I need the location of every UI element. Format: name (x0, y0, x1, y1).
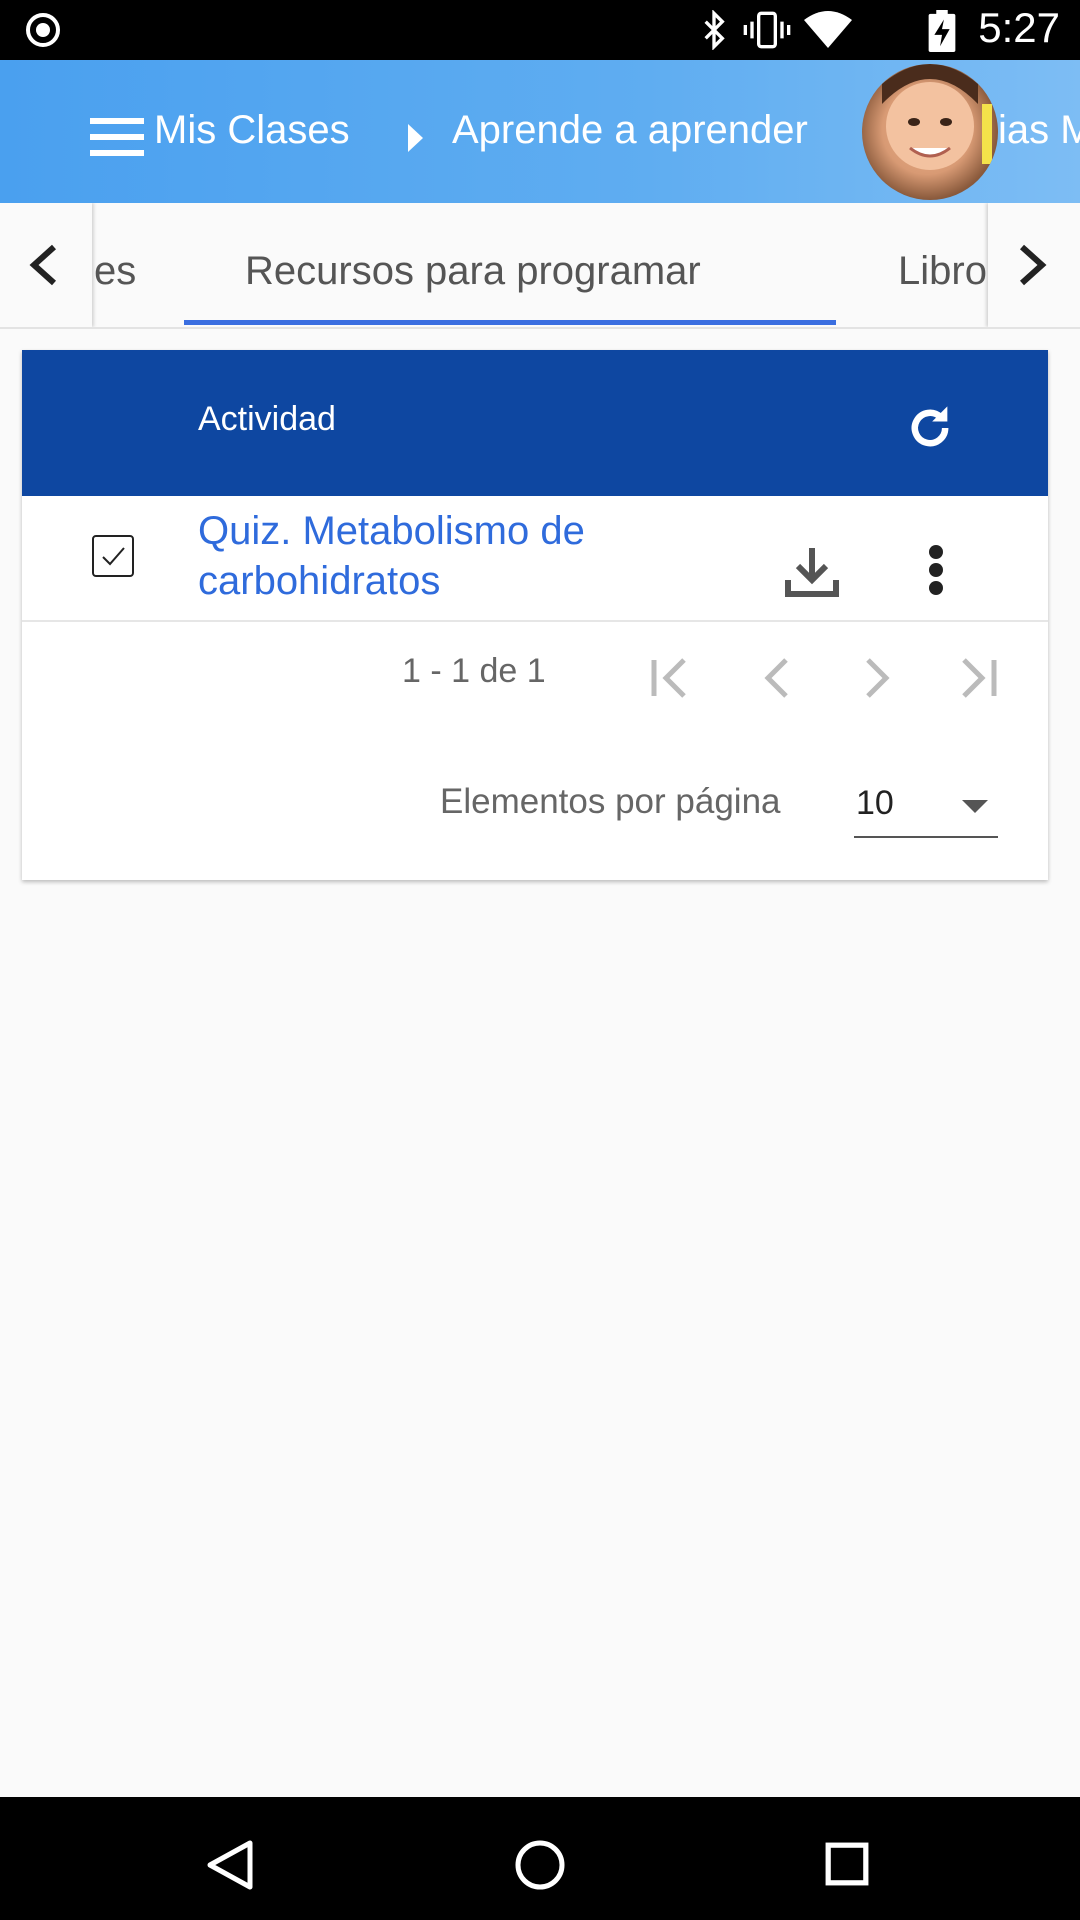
status-bar: 5:27 (0, 0, 1080, 60)
user-avatar[interactable] (862, 64, 998, 200)
next-page-icon[interactable] (858, 656, 898, 700)
breadcrumb-separator-icon (408, 124, 423, 152)
home-icon[interactable] (514, 1839, 566, 1891)
items-per-page-value: 10 (856, 784, 894, 822)
wifi-icon (804, 11, 852, 48)
tab-libro-partial[interactable]: Libro (898, 249, 987, 294)
table-row[interactable]: Quiz. Metabolismo de carbohidratos (22, 496, 1048, 622)
vibrate-icon (743, 11, 791, 49)
dropdown-arrow-icon (962, 800, 988, 813)
battery-charging-icon (928, 10, 956, 52)
tab-recursos-para-programar[interactable]: Recursos para programar (245, 249, 701, 294)
first-page-icon[interactable] (648, 656, 692, 700)
items-per-page-label: Elementos por página (440, 782, 781, 821)
refresh-icon[interactable] (904, 402, 956, 454)
chevron-left-icon (29, 244, 57, 286)
activity-title-link[interactable]: Quiz. Metabolismo de carbohidratos (198, 506, 698, 606)
activities-table: Actividad Quiz. Metabolismo de carbohidr… (22, 350, 1048, 880)
chevron-right-icon (1019, 244, 1047, 286)
bluetooth-icon (704, 10, 725, 50)
items-per-page-select[interactable]: 10 (854, 774, 998, 838)
recents-icon[interactable] (824, 1841, 870, 1887)
tab-previous-partial[interactable]: es (94, 249, 136, 294)
download-icon[interactable] (784, 544, 840, 600)
last-page-icon[interactable] (956, 656, 1000, 700)
previous-page-icon[interactable] (756, 656, 796, 700)
screen-record-icon (26, 13, 60, 47)
row-checkbox[interactable] (92, 535, 134, 577)
pagination-range: 1 - 1 de 1 (402, 652, 546, 690)
tab-bar: es Recursos para programar Libro (0, 203, 1080, 329)
back-icon[interactable] (206, 1839, 254, 1891)
tab-scroll-left-button[interactable] (0, 203, 92, 327)
more-vert-icon[interactable] (926, 544, 946, 596)
breadcrumb-course-overflow: ias M (998, 108, 1080, 152)
hamburger-menu-icon[interactable] (90, 118, 144, 158)
breadcrumb-mis-clases[interactable]: Mis Clases (154, 108, 350, 153)
check-icon (102, 547, 125, 566)
column-header-actividad: Actividad (198, 400, 336, 438)
system-nav-bar (0, 1797, 1080, 1920)
status-time: 5:27 (978, 4, 1060, 51)
table-header: Actividad (22, 350, 1048, 496)
active-tab-indicator (184, 320, 836, 325)
tab-scroll-right-button[interactable] (988, 203, 1080, 327)
breadcrumb-course[interactable]: Aprende a aprender (452, 108, 808, 153)
